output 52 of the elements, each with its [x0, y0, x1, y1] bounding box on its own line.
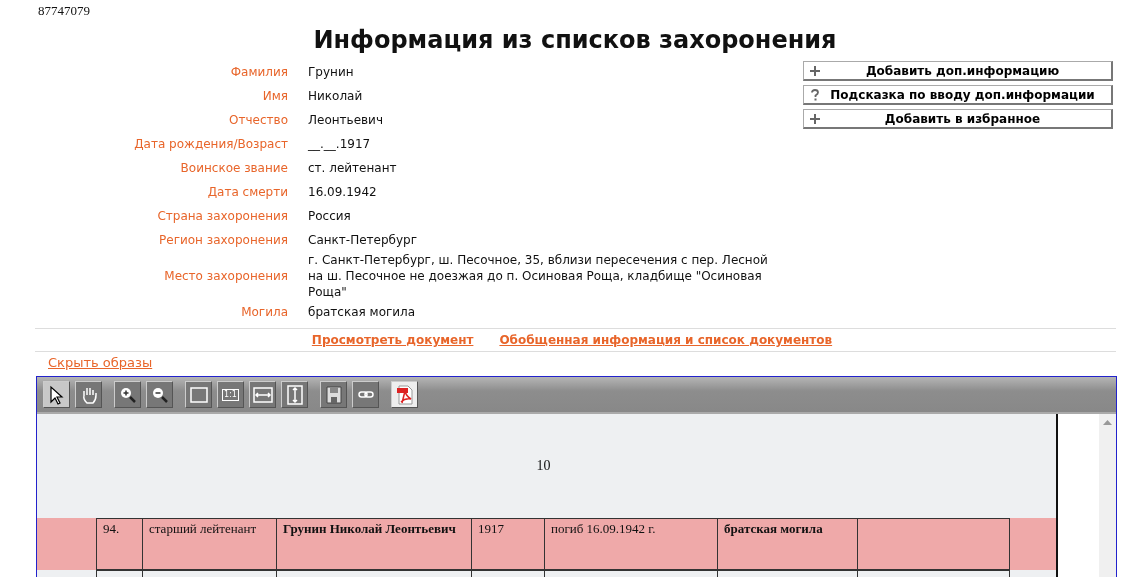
field-value: Грунин: [308, 64, 355, 80]
question-icon: [810, 88, 820, 101]
field-value: 16.09.1942: [308, 184, 378, 200]
field-value: Россия: [308, 208, 352, 224]
field-value: ст. лейтенант: [308, 160, 398, 176]
horizontal-arrows-icon: [252, 384, 273, 405]
vertical-arrows-icon: [284, 384, 305, 405]
field-value: __.__.1917: [308, 136, 372, 152]
action-button[interactable]: Добавить доп.информацию: [803, 61, 1113, 81]
field-value: г. Санкт-Петербург, ш. Песочное, 35, вблизи пересечения с пер. Лесной на ш. Песочное не доезжая до п. Осиновая Роща, кладбище "Осиновая Роща": [308, 252, 769, 300]
toolbar-button[interactable]: [352, 381, 379, 408]
toolbar-button[interactable]: 1:1: [217, 381, 244, 408]
toolbar-button[interactable]: [75, 381, 102, 408]
field-label: Отчество: [228, 113, 288, 127]
field-label: Регион захоронения: [158, 233, 288, 247]
field-value: братская могила: [308, 304, 417, 320]
action-button[interactable]: Подсказка по вводу доп.информации: [803, 85, 1113, 105]
table-cell: братская могила: [717, 518, 858, 570]
field-label: Дата рождения/Возраст: [133, 137, 288, 151]
toolbar-button[interactable]: [249, 381, 276, 408]
toolbar-button[interactable]: [146, 381, 173, 408]
toolbar-button[interactable]: [391, 381, 418, 408]
table-cell: старший лейтенант: [142, 518, 277, 570]
toolbar-button[interactable]: [114, 381, 141, 408]
field-label: Могила: [240, 305, 288, 319]
field-label: Место захоронения: [163, 269, 288, 283]
hide-images-link[interactable]: Скрыть образы: [0, 352, 1144, 374]
field-value: Николай: [308, 88, 364, 104]
link[interactable]: Обобщенная информация и список документов: [499, 333, 833, 347]
square-icon: [188, 384, 209, 405]
field-label: Дата смерти: [206, 185, 288, 199]
field-label: Воинское звание: [179, 161, 288, 175]
pdf-file-icon: [394, 384, 415, 405]
field-value: Леонтьевич: [308, 112, 384, 128]
table-cell: 1917: [471, 518, 545, 570]
field-label: Фамилия: [229, 65, 288, 79]
page-number: 10: [535, 457, 552, 475]
toolbar-button[interactable]: [43, 381, 70, 408]
plus-icon: [810, 64, 820, 77]
toolbar-button[interactable]: [281, 381, 308, 408]
field-label: Имя: [261, 89, 288, 103]
table-cell: Грунин Николай Леонтьевич: [276, 518, 472, 570]
table-cell: погиб 16.09.1942 г.: [544, 518, 718, 570]
page-title: Информация из списков захоронения: [312, 25, 838, 55]
record-id: 87747079: [37, 2, 91, 19]
field-value: Санкт-Петербург: [308, 232, 418, 248]
field-label: Страна захоронения: [156, 209, 288, 223]
table-cell: 94.: [96, 518, 143, 570]
link[interactable]: Просмотреть документ: [311, 333, 474, 347]
plus-icon: [810, 112, 820, 125]
action-button[interactable]: Добавить в избранное: [803, 109, 1113, 129]
link-icon: [357, 391, 374, 398]
